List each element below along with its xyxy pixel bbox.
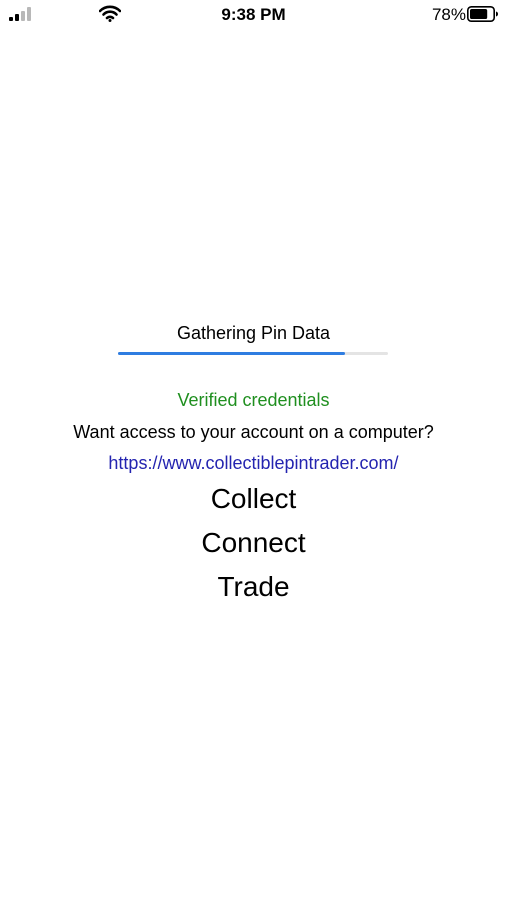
progress-bar-fill bbox=[118, 352, 345, 355]
battery-percent: 78% bbox=[431, 5, 466, 24]
status-bar: 9:38 PM 78% bbox=[0, 0, 507, 30]
progress-bar bbox=[118, 352, 388, 355]
battery-icon bbox=[467, 6, 498, 22]
status-message: Verified credentials bbox=[177, 390, 330, 410]
website-link[interactable]: https://www.collectiblepintrader.com/ bbox=[0, 452, 507, 474]
tagline-collect: Collect bbox=[210, 483, 297, 514]
battery-level-fill bbox=[470, 9, 488, 19]
tagline-connect: Connect bbox=[201, 527, 306, 558]
tagline-trade: Trade bbox=[217, 571, 290, 602]
access-prompt: Want access to your account on a compute… bbox=[73, 422, 434, 442]
loading-title: Gathering Pin Data bbox=[176, 323, 331, 343]
status-time: 9:38 PM bbox=[221, 5, 286, 24]
